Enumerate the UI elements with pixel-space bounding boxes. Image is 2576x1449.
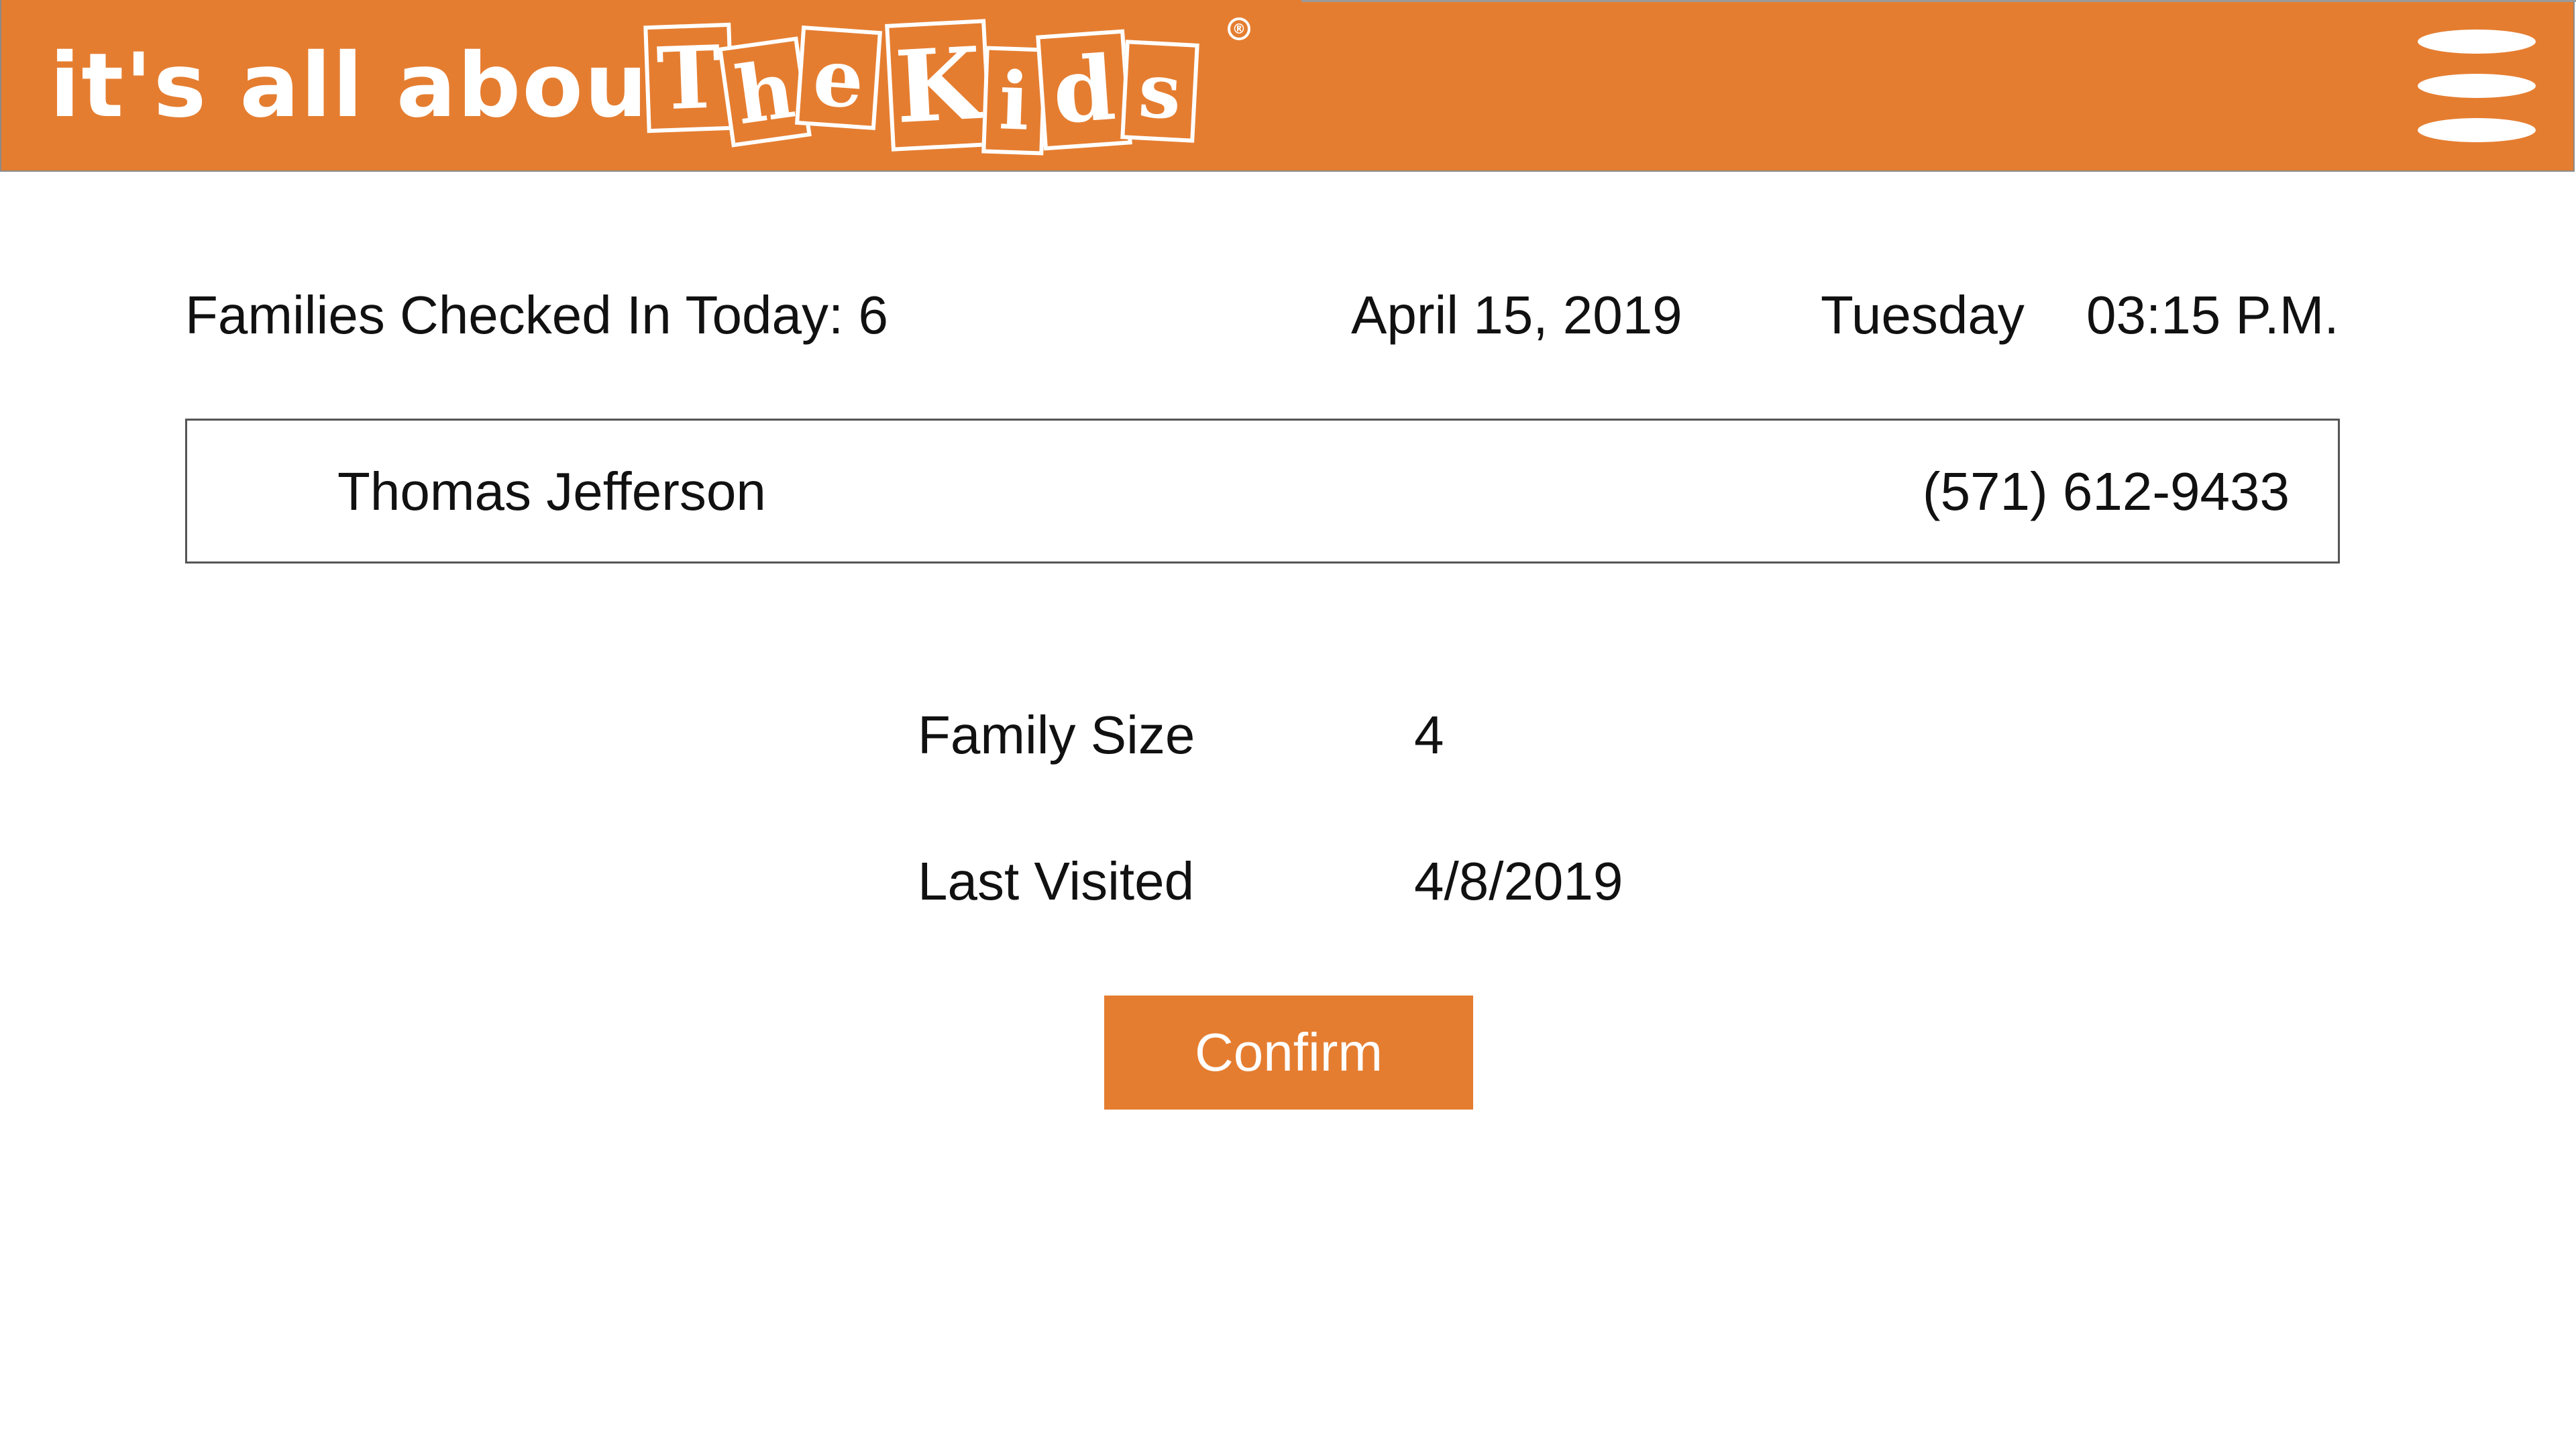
- logo-tile-e: e: [794, 25, 883, 131]
- last-visited-value: 4/8/2019: [1414, 851, 1623, 911]
- app-header: it's all about T h e K i d s ®: [0, 0, 2575, 172]
- logo-tile-d: d: [1036, 29, 1132, 151]
- family-size-label: Family Size: [918, 705, 1195, 765]
- logo-tile-s: s: [1120, 40, 1199, 143]
- logo-tagline: it's all about: [50, 34, 693, 138]
- families-checked-in-count: Families Checked In Today: 6: [185, 285, 888, 345]
- menu-bar-top: [2418, 30, 2536, 54]
- menu-bar-bottom: [2418, 118, 2536, 142]
- selected-family-row[interactable]: Thomas Jefferson (571) 612-9433: [185, 419, 2340, 564]
- header-divider: [1301, 0, 2576, 2]
- family-size-value: 4: [1414, 705, 1444, 765]
- current-weekday: Tuesday: [1821, 285, 2025, 345]
- family-phone: (571) 612-9433: [1922, 462, 2290, 521]
- current-time: 03:15 P.M.: [2086, 285, 2339, 345]
- logo-the-kids: T h e K i d s: [643, 15, 1249, 162]
- current-date: April 15, 2019: [1351, 285, 1682, 345]
- registered-mark-icon: ®: [1228, 17, 1250, 40]
- menu-bar-middle: [2418, 74, 2536, 98]
- family-name: Thomas Jefferson: [337, 462, 766, 521]
- confirm-button[interactable]: Confirm: [1104, 996, 1473, 1110]
- logo-tile-k: K: [885, 19, 992, 152]
- check-in-page: it's all about T h e K i d s ® Families …: [0, 0, 2576, 1449]
- last-visited-label: Last Visited: [918, 851, 1195, 911]
- logo-tile-t: T: [643, 22, 735, 133]
- hamburger-menu-icon[interactable]: [2418, 27, 2536, 148]
